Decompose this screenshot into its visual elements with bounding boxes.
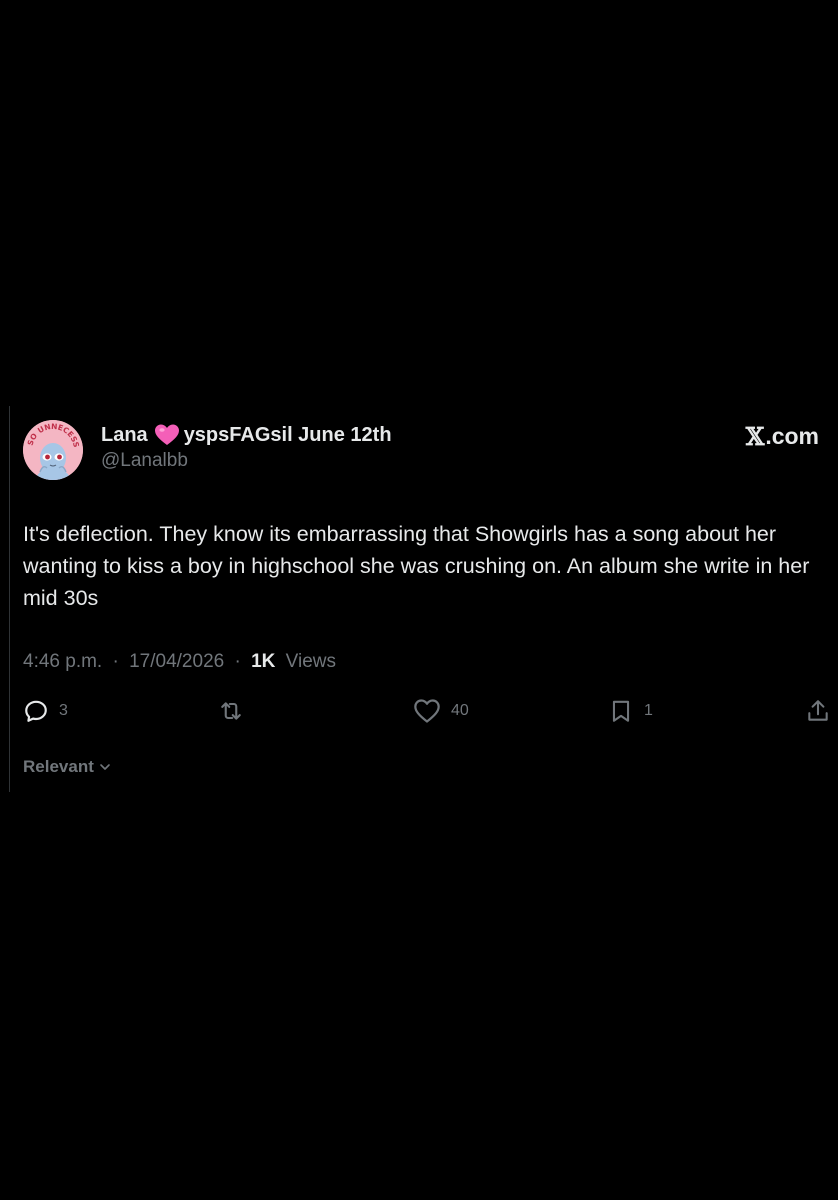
reply-icon: [25, 700, 47, 722]
avatar[interactable]: SO UNNECESSARY: [23, 420, 83, 480]
share-icon: [808, 700, 828, 721]
views-label: Views: [285, 651, 337, 672]
x-logo-icon: 𝕏: [745, 422, 765, 451]
brand-domain: .com: [765, 423, 819, 449]
chevron-down-icon: [100, 764, 110, 770]
like-count: 40: [451, 702, 469, 719]
reply-count: 3: [59, 702, 68, 719]
meta-separator-2: ·: [234, 651, 241, 672]
tweet-meta: 4:46 p.m. · 17/04/2026 · 1K Views: [23, 651, 336, 673]
author-name-suffix: yspsFAGsil June 12th: [183, 423, 392, 446]
tweet-date[interactable]: 17/04/2026: [129, 651, 224, 672]
bookmark-count: 1: [644, 702, 653, 719]
heart-outline-icon: [414, 699, 440, 723]
sort-label: Relevant: [23, 757, 94, 776]
meta-separator: ·: [112, 651, 119, 672]
screen: SO UNNECESSARY Lana yspsFAGsil June 12th: [0, 0, 838, 1200]
author-handle[interactable]: @Lanalbb: [101, 450, 188, 472]
retweet-icon: [221, 702, 241, 720]
tweet-time[interactable]: 4:46 p.m.: [23, 651, 102, 672]
share-button[interactable]: [805, 696, 831, 726]
action-bar: 3 40 1: [23, 696, 831, 726]
sort-replies-dropdown[interactable]: Relevant: [23, 757, 112, 777]
bookmark-button[interactable]: 1: [608, 696, 653, 726]
author-name[interactable]: Lana: [101, 424, 148, 447]
author-name-row[interactable]: Lana yspsFAGsil June 12th: [101, 422, 392, 448]
reply-button[interactable]: 3: [23, 696, 68, 726]
pink-heart-emoji-icon: [154, 424, 179, 445]
retweet-button[interactable]: [217, 696, 245, 726]
tweet-text: It's deflection. They know its embarrass…: [23, 522, 810, 610]
views-count: 1K: [251, 651, 276, 672]
like-button[interactable]: 40: [413, 696, 469, 726]
avatar-image: SO UNNECESSARY: [23, 420, 83, 480]
x-com-logo: 𝕏 .com: [746, 422, 819, 451]
tweet-card[interactable]: SO UNNECESSARY Lana yspsFAGsil June 12th: [9, 406, 838, 792]
bookmark-icon: [612, 700, 630, 722]
